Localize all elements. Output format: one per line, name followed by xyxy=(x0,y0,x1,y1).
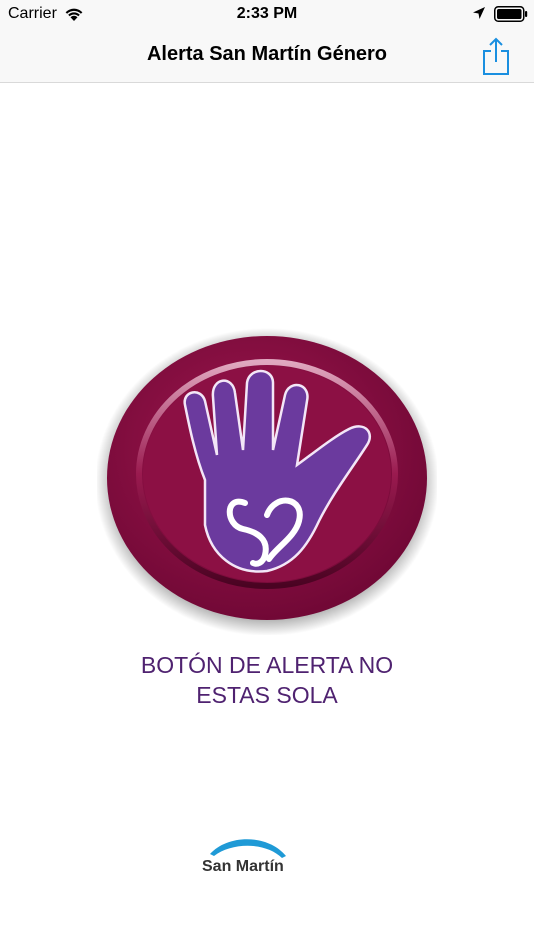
page-title: Alerta San Martín Género xyxy=(146,43,388,65)
san-martin-logo: San Martín xyxy=(200,832,300,882)
logo-text: San Martín xyxy=(202,858,284,875)
status-bar: Carrier 2:33 PM xyxy=(0,0,534,30)
alert-label-line-1: BOTÓN DE ALERTA NO xyxy=(140,652,394,678)
alert-button[interactable] xyxy=(97,325,437,635)
alert-label-line-2: ESTAS SOLA xyxy=(196,682,338,708)
status-time: 2:33 PM xyxy=(236,5,298,22)
share-icon xyxy=(483,37,509,75)
location-arrow-icon xyxy=(473,7,485,19)
navigation-bar: Alerta San Martín Género xyxy=(0,30,534,83)
battery-icon xyxy=(494,6,528,22)
alert-label: BOTÓN DE ALERTA NO ESTAS SOLA xyxy=(0,650,534,710)
logo-arc-icon xyxy=(210,839,286,858)
app-screen: Carrier 2:33 PM Alerta San Martín Género xyxy=(0,0,534,950)
share-button[interactable] xyxy=(480,36,512,76)
